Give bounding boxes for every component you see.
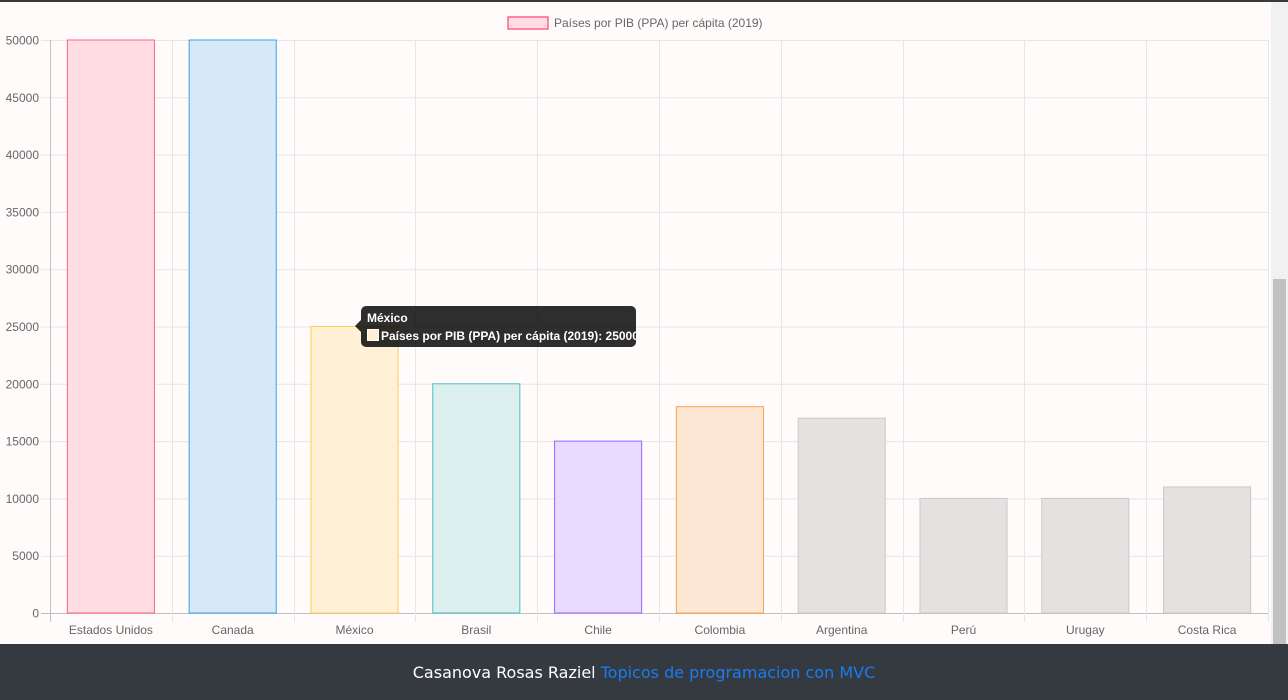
footer: Casanova Rosas Raziel Topicos de program… <box>0 644 1288 700</box>
chart-tooltip: México Países por PIB (PPA) per cápita (… <box>355 306 639 347</box>
bar[interactable] <box>310 326 399 614</box>
bar[interactable] <box>797 417 886 614</box>
legend-label[interactable]: Países por PIB (PPA) per cápita (2019) <box>554 16 763 30</box>
x-axis: Estados Unidos Canada México Brasil Chile Col… <box>69 623 1237 637</box>
y-tick-label: 5000 <box>12 549 39 563</box>
bar[interactable] <box>1041 497 1130 614</box>
x-tick-label: Estados Unidos <box>69 623 153 637</box>
y-tick-label: 30000 <box>6 263 40 277</box>
tooltip-color-swatch <box>367 329 379 341</box>
y-tick-label: 20000 <box>6 377 40 391</box>
bar[interactable] <box>919 497 1008 614</box>
x-tick-label: Chile <box>584 623 612 637</box>
bar[interactable] <box>1163 486 1252 614</box>
y-tick-label: 35000 <box>6 205 40 219</box>
bar[interactable] <box>675 406 764 614</box>
tooltip-title: México <box>367 311 408 325</box>
y-tick-label: 25000 <box>6 320 40 334</box>
x-tick-label: Costa Rica <box>1178 623 1237 637</box>
y-tick-label: 45000 <box>6 91 40 105</box>
bar[interactable] <box>554 440 643 614</box>
legend-swatch[interactable] <box>507 16 549 30</box>
x-tick-label: Argentina <box>816 623 868 637</box>
tooltip-caret <box>355 320 361 332</box>
x-tick-label: Colombia <box>695 623 746 637</box>
y-tick-label: 10000 <box>6 492 40 506</box>
x-tick-label: Urugay <box>1066 623 1105 637</box>
footer-author: Casanova Rosas Raziel <box>412 662 596 682</box>
tooltip-body: Países por PIB (PPA) per cápita (2019): … <box>381 329 639 343</box>
y-axis: 5000045000400003500030000250002000015000… <box>6 34 40 621</box>
bar[interactable] <box>432 383 521 614</box>
y-tick-label: 50000 <box>6 34 40 48</box>
scrollbar-thumb[interactable] <box>1273 279 1286 644</box>
x-tick-label: Canada <box>212 623 254 637</box>
footer-link[interactable]: Topicos de programacion con MVC <box>601 663 876 682</box>
x-tick-label: México <box>335 623 373 637</box>
y-tick-label: 15000 <box>6 435 40 449</box>
x-tick-label: Perú <box>951 623 976 637</box>
bar[interactable] <box>66 39 155 614</box>
bar[interactable] <box>188 39 277 614</box>
y-tick-label: 40000 <box>6 148 40 162</box>
x-tick-label: Brasil <box>461 623 491 637</box>
y-tick-label: 0 <box>32 607 39 621</box>
